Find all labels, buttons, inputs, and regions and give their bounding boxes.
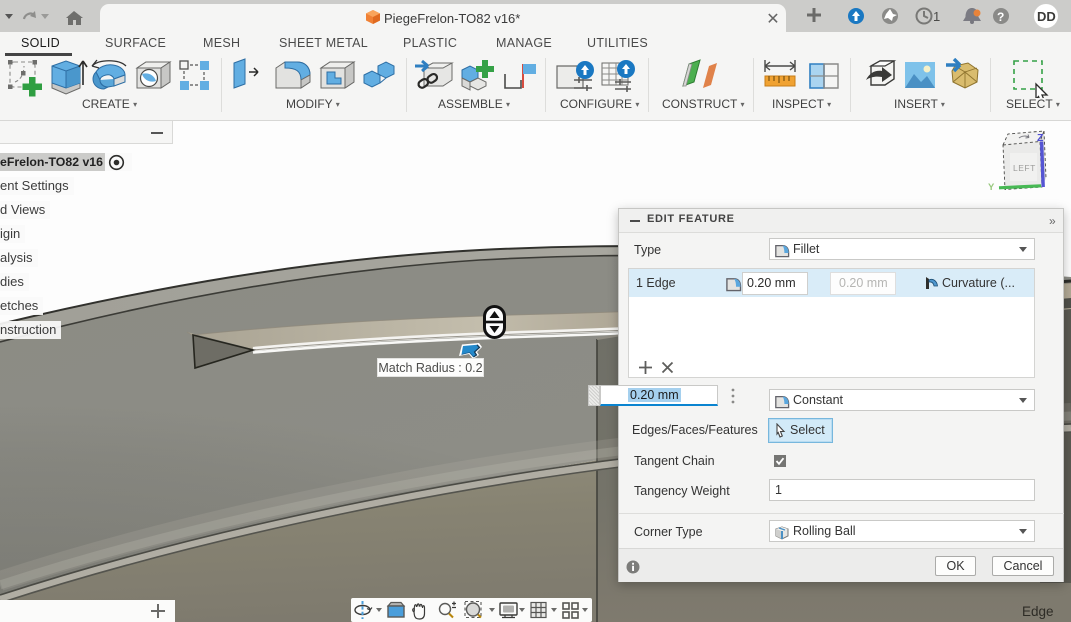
svg-text:LEFT: LEFT xyxy=(1013,163,1036,173)
svg-text:1: 1 xyxy=(933,9,940,24)
svg-text:DD: DD xyxy=(1037,9,1056,24)
svg-text:Y: Y xyxy=(988,182,995,193)
svg-text:?: ? xyxy=(997,10,1004,24)
svg-text:Z: Z xyxy=(1037,132,1044,144)
